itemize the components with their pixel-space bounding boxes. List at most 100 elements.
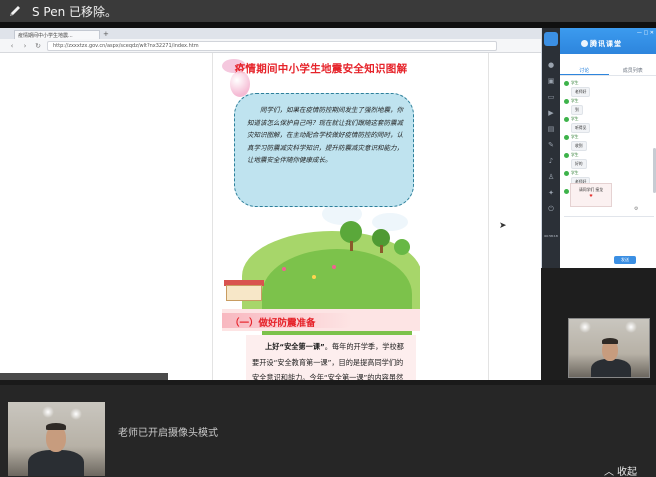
tab-members[interactable]: 成员列表	[609, 66, 656, 75]
new-tab-icon[interactable]: +	[103, 30, 109, 39]
intro-bubble: 同学们，如果在疫情防控期间发生了强烈地震，你知道该怎么保护自己吗？现在就让我们跟…	[234, 93, 414, 207]
share-screen-icon[interactable]: ▭	[546, 94, 556, 101]
screen: S Pen 已移除。 疫情期间中小学生地震... + ‹ › ↻ http://…	[0, 0, 656, 477]
people-icon[interactable]: ♙	[546, 174, 556, 181]
avatar	[564, 152, 569, 158]
page-viewport: 疫情期间中小学生地震安全知识图解 同学们，如果在疫情防控期间发生了强烈地震，你知…	[0, 53, 541, 380]
sender-name: 学生	[571, 116, 579, 121]
teacher-video-thumbnail[interactable]	[568, 318, 650, 378]
taskbar-strip	[0, 373, 168, 380]
message-text: 听得见	[571, 123, 591, 133]
ceiling-light	[42, 406, 54, 418]
ceiling-light	[579, 321, 591, 333]
live-header: 腾讯课堂 — □ ✕	[560, 28, 656, 54]
person-body	[28, 450, 84, 476]
chevron-up-icon: ︿	[604, 467, 614, 477]
sender-name: 学生	[571, 80, 579, 85]
browser-tab[interactable]: 疫情期间中小学生地震...	[14, 30, 100, 39]
tree-illustration	[340, 221, 362, 243]
avatar	[564, 116, 569, 122]
play-icon[interactable]: ▶	[546, 110, 556, 117]
avatar	[564, 188, 569, 194]
message-text: 收到	[571, 141, 587, 151]
sender-name: 学生	[571, 98, 579, 103]
chat-message: 学生 听得见	[564, 116, 591, 133]
camera-icon[interactable]: ▣	[546, 78, 556, 85]
intro-text: 同学们，如果在疫情防控期间发生了强烈地震，你知道该怎么保护自己吗？现在就让我们跟…	[247, 106, 403, 164]
page-edge	[212, 53, 213, 380]
sender-name: 学生	[571, 134, 579, 139]
ceiling-light	[625, 321, 637, 333]
document-title: 疫情期间中小学生地震安全知识图解	[234, 63, 408, 75]
send-button[interactable]: 发送	[614, 256, 636, 264]
section-title: （一）做好防震准备	[230, 318, 316, 329]
avatar	[564, 170, 569, 176]
app-logo-icon	[544, 32, 558, 46]
divider	[0, 380, 656, 385]
live-class-panel: ● ▣ ▭ ▶ ▤ ✎ ♪ ♙ ✦ ⏻ 00:58:18 腾讯课堂 — □ ✕ …	[541, 28, 656, 268]
music-icon[interactable]: ♪	[546, 158, 556, 165]
tab-title: 疫情期间中小学生地震...	[18, 32, 73, 39]
card-text: 请同学们 接龙	[579, 187, 603, 192]
flower-illustration	[332, 265, 336, 269]
brand-icon	[581, 40, 588, 47]
back-icon[interactable]: ‹	[8, 42, 16, 50]
pen-icon[interactable]: ✎	[546, 142, 556, 149]
forward-icon[interactable]: ›	[21, 42, 29, 50]
power-icon[interactable]: ⏻	[546, 206, 556, 213]
camera-preview	[8, 402, 105, 476]
address-bar: ‹ › ↻ http://zxxxtzx.gov.cn/aspx/sceqdz/…	[0, 39, 541, 53]
document-page: 疫情期间中小学生地震安全知识图解 同学们，如果在疫情防控期间发生了强烈地震，你知…	[222, 53, 420, 380]
sticker-card: 请同学们 接龙 ♥	[570, 183, 612, 207]
person-body	[591, 359, 631, 377]
collapse-label: 收起	[617, 467, 637, 477]
camera-status-text: 老师已开启摄像头模式	[118, 428, 218, 439]
tree-trunk	[350, 241, 353, 251]
notification-text: S Pen 已移除。	[32, 4, 118, 19]
avatar	[564, 80, 569, 86]
mouse-cursor-icon: ➤	[499, 221, 507, 231]
balloon-illustration	[230, 71, 250, 97]
window-controls[interactable]: — □ ✕	[637, 30, 654, 36]
sender-name: 学生	[571, 152, 579, 157]
notification-bar: S Pen 已移除。	[0, 0, 656, 22]
chat-input[interactable]	[564, 216, 654, 244]
avatar	[564, 134, 569, 140]
paragraph-lead: 上好“安全第一课”	[265, 342, 325, 351]
settings-icon[interactable]: ⚙	[634, 206, 638, 212]
pen-icon	[10, 6, 20, 16]
tree-trunk	[380, 245, 383, 253]
live-tabs: 讨论 成员列表	[560, 66, 656, 76]
page-edge	[488, 53, 489, 380]
school-illustration	[226, 285, 262, 301]
collapse-button[interactable]: ︿ 收起	[604, 463, 637, 477]
person-hair	[46, 423, 66, 430]
flower-illustration	[282, 267, 286, 271]
ceiling-light	[70, 408, 82, 420]
message-text: 到	[571, 105, 583, 115]
message-text: 好的	[571, 159, 587, 169]
avatar	[564, 98, 569, 104]
person-hair	[602, 338, 618, 344]
tab-discussion[interactable]: 讨论	[560, 66, 609, 75]
message-text: 老师好	[571, 87, 591, 97]
chat-message: 学生 好的	[564, 152, 587, 169]
mic-icon[interactable]: ●	[546, 62, 556, 69]
sender-name: 学生	[571, 170, 579, 175]
chat-message: 学生 到	[564, 98, 583, 115]
cloud-illustration	[372, 213, 408, 231]
folder-icon[interactable]: ▤	[546, 126, 556, 133]
url-field[interactable]: http://zxxxtzx.gov.cn/aspx/sceqdz/wlt?nx…	[47, 40, 497, 51]
browser-window: 疫情期间中小学生地震... + ‹ › ↻ http://zxxxtzx.gov…	[0, 28, 541, 380]
gift-icon[interactable]: ✦	[546, 190, 556, 197]
brand-title: 腾讯课堂	[590, 40, 622, 48]
refresh-icon[interactable]: ↻	[34, 42, 42, 50]
section-paragraph: 上好“安全第一课”。每年的开学季，学校都要开设“安全教育第一课”，目的是提高同学…	[246, 335, 416, 380]
class-timer: 00:58:18	[544, 234, 558, 238]
chat-message: 学生 收到	[564, 134, 587, 151]
tree-illustration	[394, 239, 410, 255]
flower-illustration	[312, 275, 316, 279]
tab-bar: 疫情期间中小学生地震... +	[0, 28, 541, 39]
chat-message: 学生 老师好	[564, 80, 591, 97]
url-text: http://zxxxtzx.gov.cn/aspx/sceqdz/wlt?nx…	[53, 42, 199, 49]
